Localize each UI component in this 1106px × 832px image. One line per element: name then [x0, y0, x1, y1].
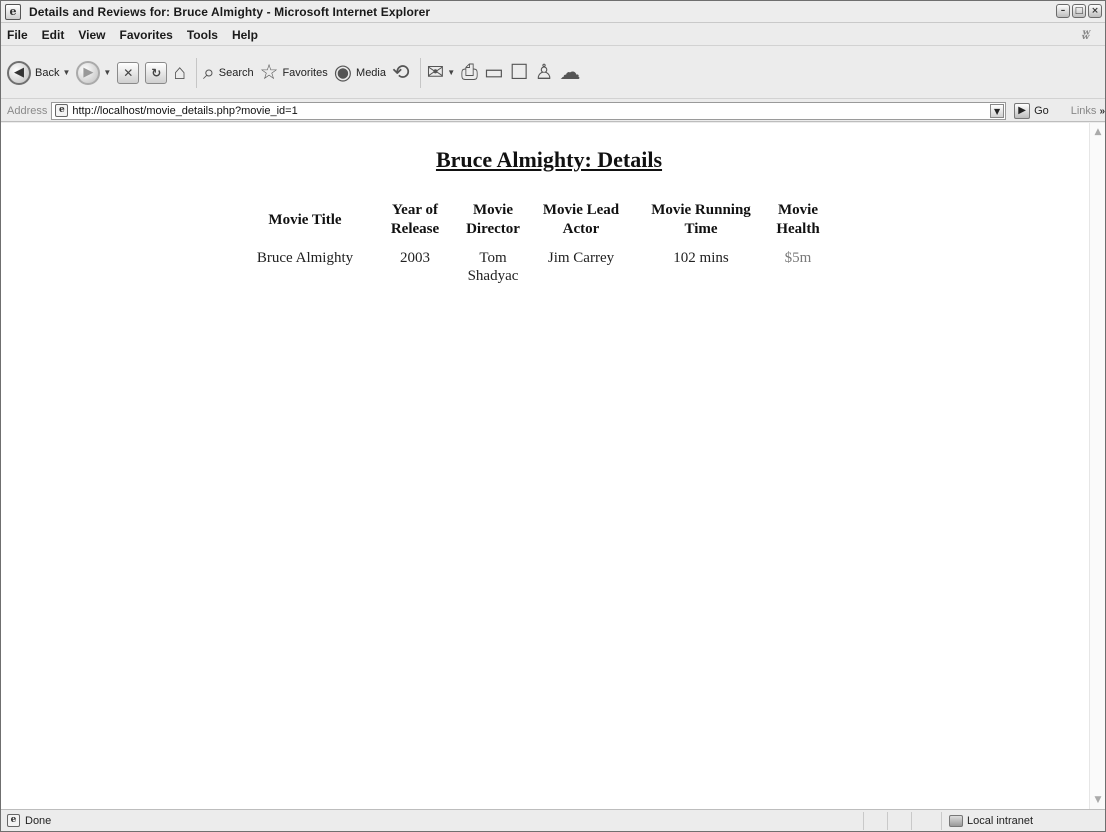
address-input[interactable]: e http://localhost/movie_details.php?mov…	[51, 101, 1007, 120]
table-row: Bruce Almighty 2003 Tom Shadyac Jim Carr…	[237, 247, 827, 287]
cell-title: Bruce Almighty	[256, 250, 354, 266]
browser-window: e Details and Reviews for: Bruce Almight…	[0, 0, 1106, 832]
cell-year: 2003	[400, 250, 430, 266]
movie-details-table: Movie Title Year of Release Movie Direct…	[237, 199, 827, 287]
scroll-up-icon[interactable]: ▲	[1091, 125, 1105, 139]
cell-health: $5m	[784, 250, 812, 266]
address-bar: Address e http://localhost/movie_details…	[1, 100, 1105, 122]
menu-bar: File Edit View Favorites Tools Help ʬ	[1, 24, 1105, 46]
print-button[interactable]: ⎙	[461, 61, 478, 85]
cell-lead-actor: Jim Carrey	[547, 250, 615, 266]
minimize-button[interactable]: –	[1056, 4, 1070, 18]
back-arrow-icon: ◀	[7, 60, 31, 85]
scroll-down-icon[interactable]: ▼	[1091, 793, 1105, 807]
security-zone[interactable]: Local intranet	[949, 812, 1033, 830]
mail-button[interactable]: ✉ ▼	[427, 61, 456, 85]
address-url[interactable]: http://localhost/movie_details.php?movie…	[72, 105, 297, 117]
column-header-year: Year of Release	[390, 202, 440, 237]
status-text: Done	[25, 814, 52, 827]
back-dropdown-icon[interactable]: ▼	[62, 68, 70, 77]
menu-tools[interactable]: Tools	[180, 28, 225, 42]
status-pane-divider	[863, 812, 864, 830]
favorites-label: Favorites	[282, 66, 328, 79]
media-button[interactable]: ◉ Media	[334, 61, 386, 85]
title-bar: e Details and Reviews for: Bruce Almight…	[1, 1, 1105, 23]
history-button[interactable]: ⟲	[392, 61, 410, 85]
links-label: Links	[1070, 104, 1097, 117]
refresh-button[interactable]: ↻	[145, 61, 168, 84]
status-page-icon: e	[7, 814, 20, 827]
toolbar-separator	[196, 57, 197, 88]
favorites-button[interactable]: ☆ Favorites	[260, 61, 328, 85]
menu-file[interactable]: File	[1, 28, 35, 42]
discuss-button[interactable]: ☐	[510, 61, 529, 85]
column-header-title: Movie Title	[268, 211, 342, 228]
edit-button[interactable]: ▭	[484, 61, 504, 85]
maximize-button[interactable]: □	[1072, 4, 1086, 18]
go-label: Go	[1034, 104, 1049, 117]
column-header-health: Movie Health	[776, 202, 820, 237]
go-arrow-icon: ▶	[1014, 102, 1031, 119]
windows-flag-icon: ʬ	[1081, 27, 1091, 43]
research-icon: ☁	[559, 60, 581, 84]
table-header-row: Movie Title Year of Release Movie Direct…	[237, 199, 827, 247]
edit-icon: ▭	[483, 60, 504, 84]
address-label: Address	[7, 104, 48, 117]
status-pane-divider	[887, 812, 888, 830]
search-label: Search	[218, 66, 254, 79]
media-icon: ◉	[333, 60, 353, 84]
links-button[interactable]: Links»	[1071, 105, 1105, 117]
media-label: Media	[356, 66, 386, 79]
vertical-scrollbar[interactable]: ▲ ▼	[1089, 123, 1105, 809]
window-title: Details and Reviews for: Bruce Almighty …	[29, 4, 431, 19]
intranet-zone-icon	[949, 815, 963, 827]
home-icon: ⌂	[173, 60, 186, 84]
messenger-icon: ♙	[534, 60, 554, 84]
forward-button[interactable]: ▶ ▼	[76, 60, 111, 85]
menu-view[interactable]: View	[71, 28, 112, 42]
refresh-icon: ↻	[145, 61, 168, 84]
status-bar: e Done Local intranet	[1, 809, 1105, 831]
close-button[interactable]: ×	[1088, 4, 1102, 18]
links-chevron-icon: »	[1099, 105, 1105, 117]
page-icon: e	[55, 104, 69, 117]
menu-edit[interactable]: Edit	[35, 28, 72, 42]
address-dropdown-icon[interactable]: ▼	[990, 103, 1005, 118]
page-title: Bruce Almighty: Details	[435, 147, 663, 172]
window-controls: – □ ×	[1056, 4, 1102, 18]
cell-director: Tom Shadyac	[467, 250, 519, 284]
column-header-running-time: Movie Running Time	[651, 202, 751, 237]
forward-arrow-icon: ▶	[76, 60, 101, 85]
ie-app-icon[interactable]: e	[5, 3, 21, 20]
search-button[interactable]: ⌕ Search	[203, 61, 254, 85]
history-icon: ⟲	[392, 60, 410, 84]
back-button[interactable]: ◀ Back ▼	[7, 60, 70, 85]
print-icon: ⎙	[461, 60, 478, 84]
menu-help[interactable]: Help	[225, 28, 265, 42]
stop-button[interactable]: ✕	[117, 61, 140, 84]
research-button[interactable]: ☁	[559, 61, 580, 85]
page-content: Bruce Almighty: Details Movie Title Year…	[1, 123, 1105, 809]
zone-label: Local intranet	[967, 815, 1034, 827]
menu-favorites[interactable]: Favorites	[112, 28, 179, 42]
home-button[interactable]: ⌂	[173, 61, 186, 85]
search-icon: ⌕	[203, 60, 215, 84]
toolbar-separator	[419, 57, 421, 88]
back-label: Back	[35, 66, 60, 79]
discuss-icon: ☐	[509, 60, 529, 84]
mail-dropdown-icon[interactable]: ▼	[447, 68, 455, 77]
standard-toolbar: ◀ Back ▼ ▶ ▼ ✕ ↻ ⌂ ⌕ Search ☆ Favorites …	[1, 47, 1105, 99]
forward-dropdown-icon[interactable]: ▼	[103, 68, 111, 77]
mail-icon: ✉	[426, 60, 445, 84]
cell-running-time: 102 mins	[673, 250, 729, 266]
stop-icon: ✕	[117, 61, 140, 84]
status-pane-divider	[911, 812, 912, 830]
go-button[interactable]: ▶ Go	[1014, 102, 1049, 119]
favorites-star-icon: ☆	[259, 60, 279, 84]
status-pane-divider	[941, 812, 942, 830]
messenger-button[interactable]: ♙	[535, 61, 554, 85]
column-header-director: Movie Director	[466, 202, 520, 237]
column-header-lead-actor: Movie Lead Actor	[542, 202, 620, 237]
